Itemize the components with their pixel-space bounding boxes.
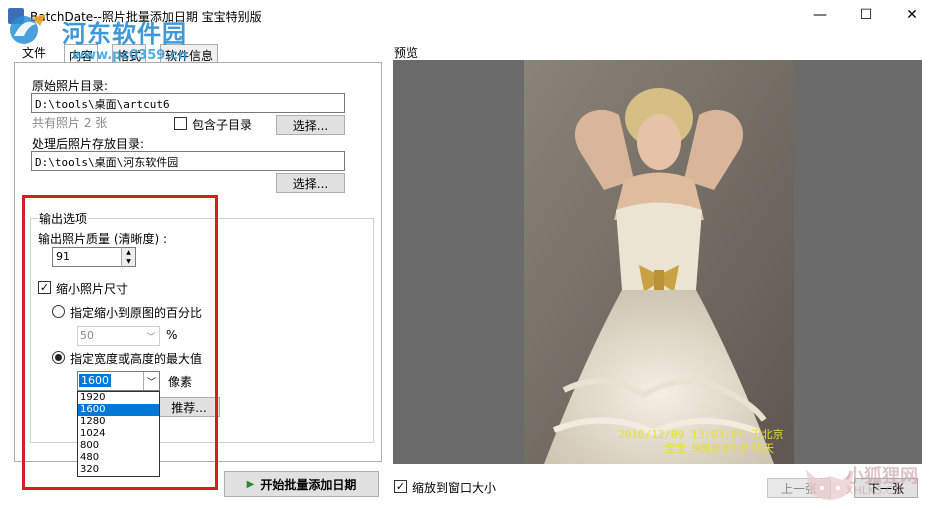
photo-count: 共有照片 2 张 <box>32 116 108 130</box>
preview-label: 预览 <box>394 46 419 60</box>
source-dir-field[interactable]: D:\tools\桌面\artcut6 <box>31 93 345 113</box>
output-dir-label: 处理后照片存放目录: <box>32 137 145 151</box>
annotation-highlight-box <box>22 195 218 490</box>
fit-window-label: 缩放到窗口大小 <box>412 481 497 495</box>
source-browse-button[interactable]: 选择... <box>276 115 345 135</box>
include-subdirs-label: 包含子目录 <box>192 118 253 132</box>
bride-photo-image <box>524 60 794 464</box>
start-batch-button[interactable]: ▶ 开始批量添加日期 <box>224 471 379 497</box>
maximize-button[interactable]: ☐ <box>843 0 889 30</box>
start-batch-label: 开始批量添加日期 <box>260 477 357 492</box>
check-icon: ✓ <box>395 480 406 493</box>
play-icon: ▶ <box>246 478 255 490</box>
watermark-site-url: www.pc0359.cn <box>72 48 188 63</box>
source-dir-label: 原始照片目录: <box>32 79 109 93</box>
watermark-logo-icon <box>10 14 46 44</box>
fit-window-checkbox[interactable]: ✓ <box>394 480 407 493</box>
date-stamp-line2: 宝宝 9周岁4个月16天 <box>664 442 775 455</box>
watermark-corner-url: XHLKS.CN <box>846 484 902 497</box>
preview-photo <box>524 60 794 464</box>
output-browse-button[interactable]: 选择... <box>276 173 345 193</box>
output-dir-field[interactable]: D:\tools\桌面\河东软件园 <box>31 151 345 171</box>
watermark-site-name: 河东软件园 <box>62 20 187 48</box>
include-subdirs-checkbox[interactable] <box>174 117 187 130</box>
minimize-button[interactable]: — <box>797 0 843 30</box>
close-button[interactable]: ✕ <box>889 0 935 30</box>
